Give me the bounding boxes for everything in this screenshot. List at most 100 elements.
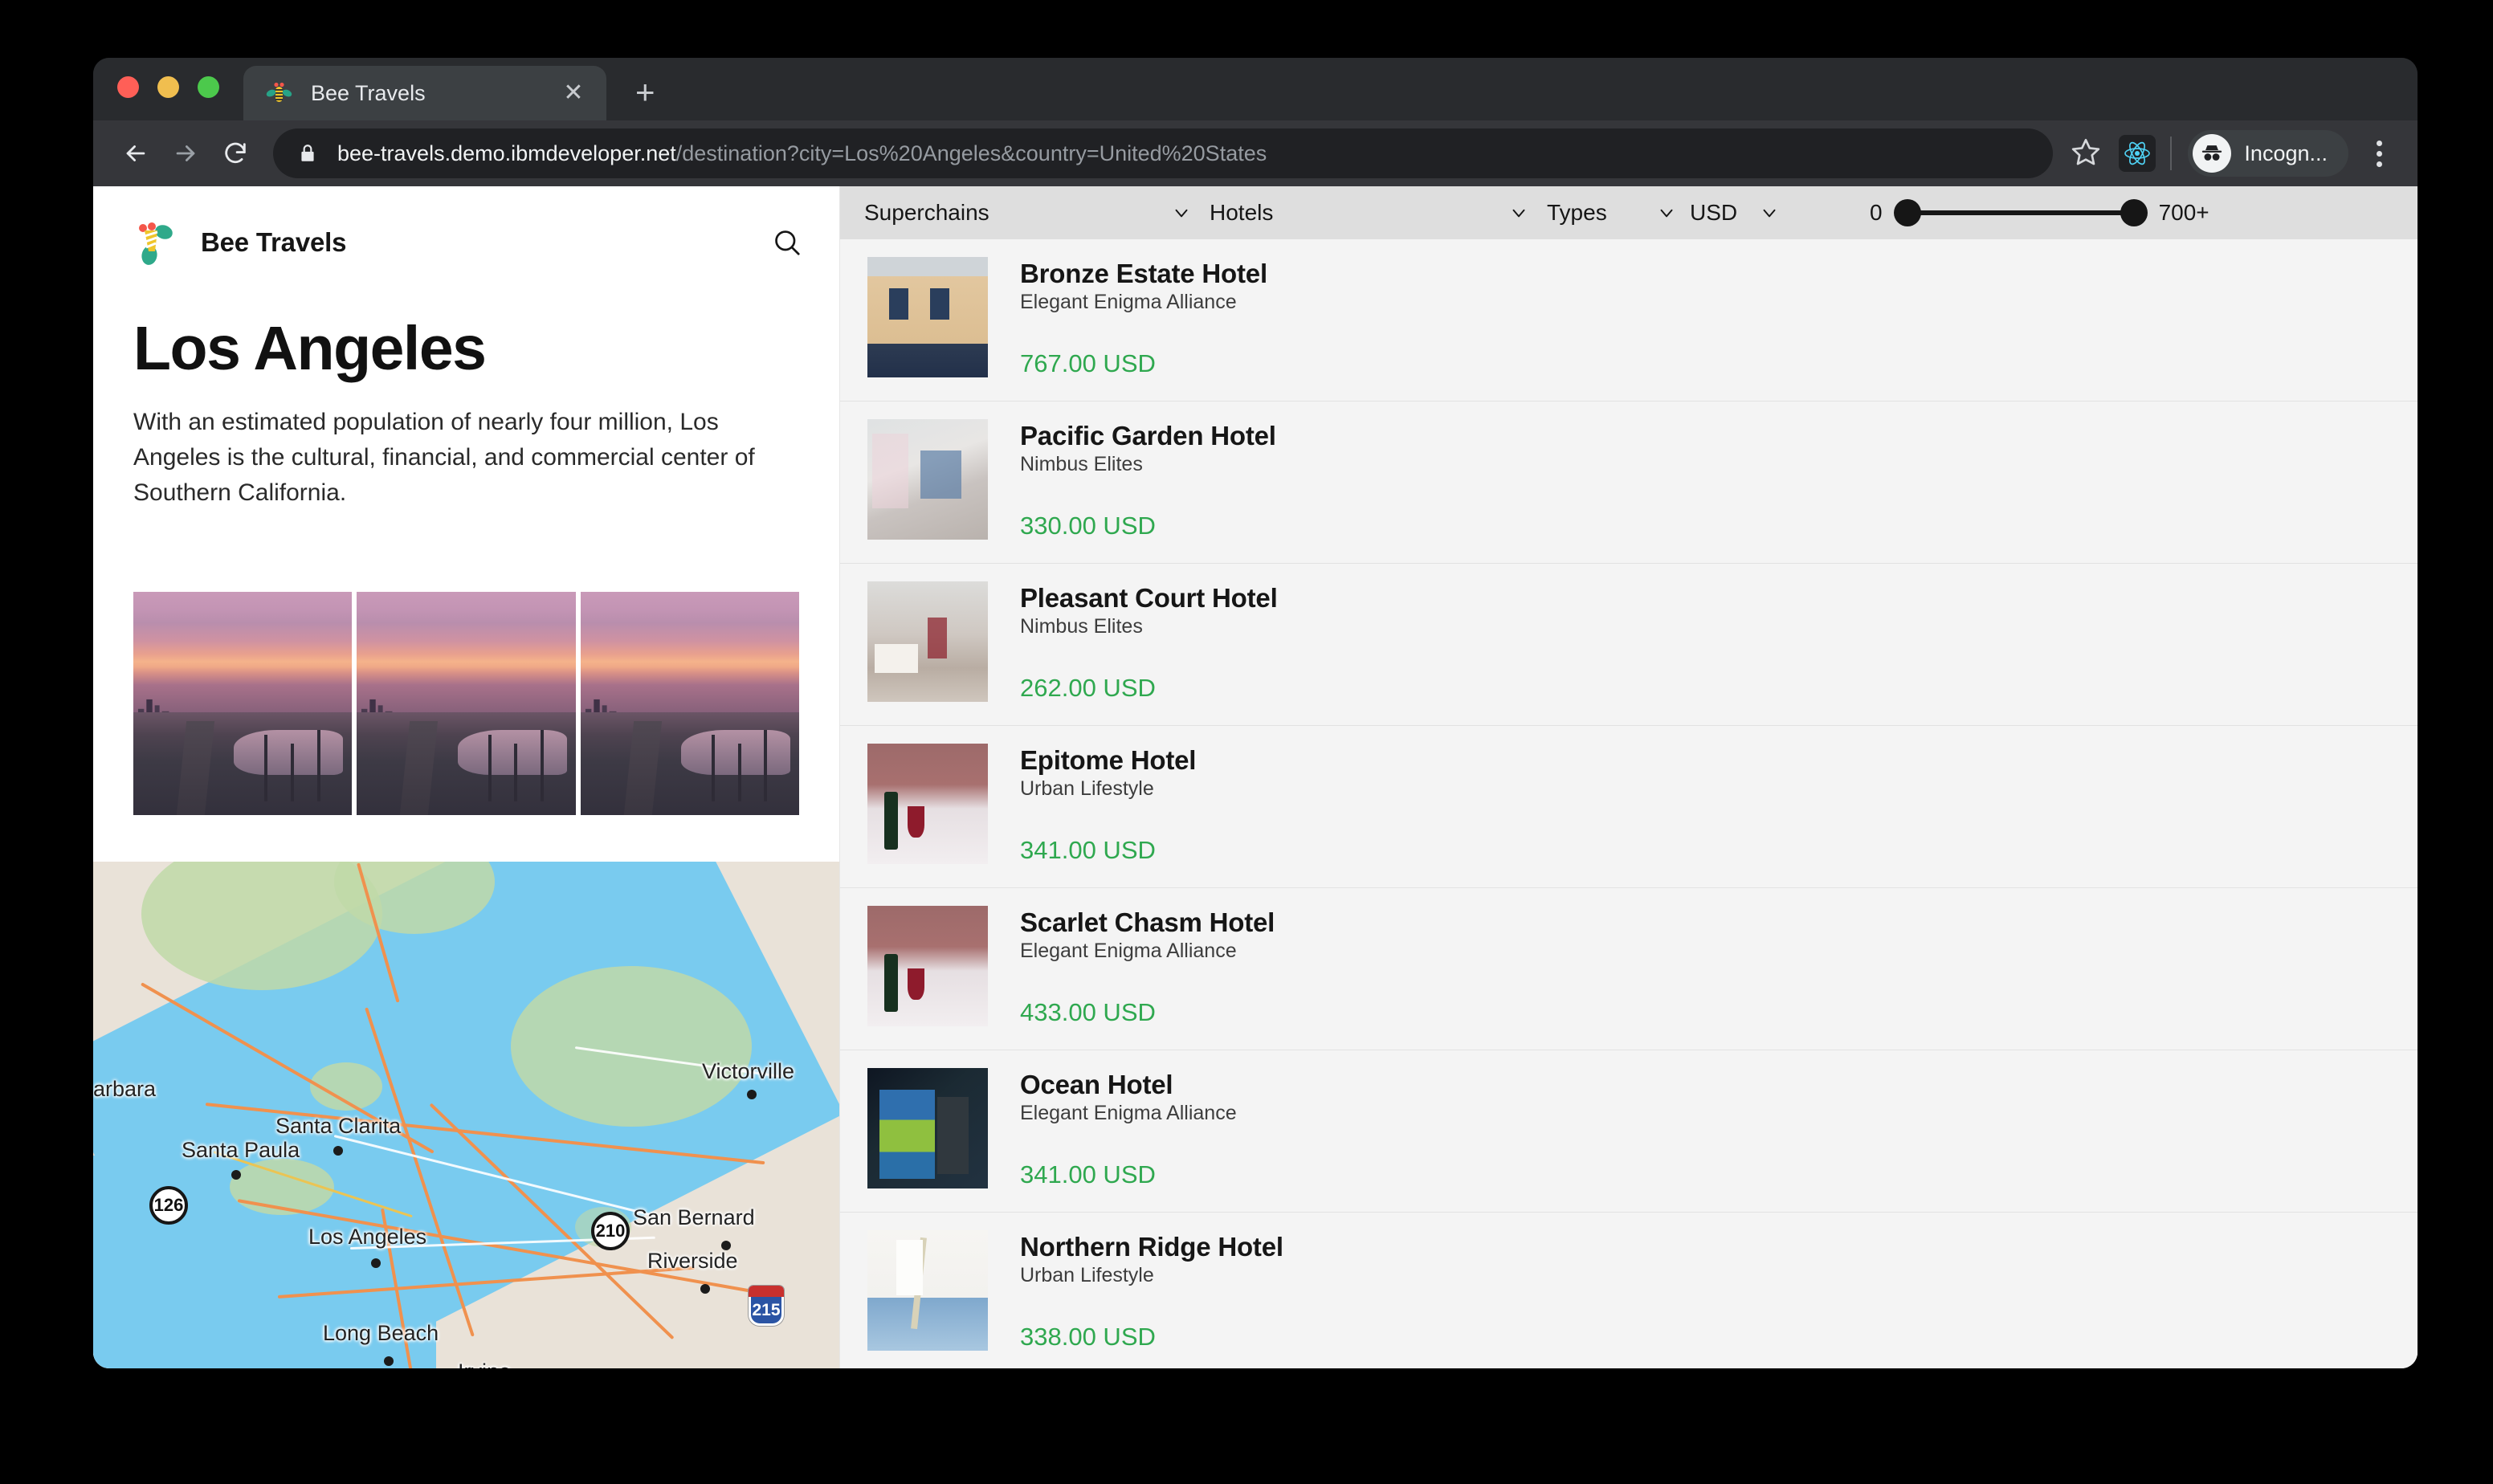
- hotel-chain: Elegant Enigma Alliance: [1020, 291, 2418, 314]
- price-range-max-thumb[interactable]: [2120, 199, 2148, 226]
- photo-palm: [317, 730, 320, 801]
- photo-palm: [541, 730, 544, 801]
- browser-tab[interactable]: Bee Travels ✕: [243, 66, 606, 120]
- site-header: Bee Travels: [93, 206, 839, 279]
- tab-strip: Bee Travels ✕ +: [93, 58, 2418, 120]
- hotel-chain: Urban Lifestyle: [1020, 777, 2418, 801]
- photo-palm: [291, 744, 294, 801]
- hotel-list-item[interactable]: Epitome Hotel Urban Lifestyle 341.00 USD: [840, 726, 2418, 888]
- highway-shield: 210: [591, 1212, 630, 1250]
- filter-types[interactable]: Types: [1547, 186, 1690, 239]
- address-bar[interactable]: bee-travels.demo.ibmdeveloper.net/destin…: [273, 128, 2053, 178]
- filter-superchains-label: Superchains: [864, 200, 1171, 226]
- close-window-button[interactable]: [117, 76, 139, 98]
- filter-hotels[interactable]: Hotels: [1210, 186, 1547, 239]
- city-photo: [357, 592, 575, 815]
- reload-icon[interactable]: [210, 128, 260, 178]
- hotel-chain: Nimbus Elites: [1020, 615, 2418, 638]
- new-tab-button[interactable]: +: [635, 75, 655, 109]
- photo-palm: [712, 735, 715, 801]
- hotel-price: 341.00 USD: [1020, 1160, 2418, 1189]
- map-label: Long Beach: [323, 1321, 439, 1346]
- hotel-info: Epitome Hotel Urban Lifestyle 341.00 USD: [1020, 744, 2418, 865]
- hotel-price: 330.00 USD: [1020, 512, 2418, 540]
- bee-logo[interactable]: [133, 219, 180, 266]
- map-label: Santa Clarita: [275, 1114, 401, 1139]
- hotel-list[interactable]: Bronze Estate Hotel Elegant Enigma Allia…: [840, 239, 2418, 1368]
- hotel-price: 433.00 USD: [1020, 998, 2418, 1027]
- destination-map[interactable]: arbara Victorville Santa Clarita Santa P…: [93, 862, 839, 1368]
- hotel-info: Pacific Garden Hotel Nimbus Elites 330.0…: [1020, 419, 2418, 540]
- bee-icon: [266, 80, 293, 107]
- star-icon[interactable]: [2071, 137, 2101, 171]
- hotel-results-panel: Superchains Hotels Types: [840, 186, 2418, 1368]
- price-range-min-thumb[interactable]: [1894, 199, 1921, 226]
- hotel-price: 338.00 USD: [1020, 1323, 2418, 1352]
- hotel-info: Ocean Hotel Elegant Enigma Alliance 341.…: [1020, 1068, 2418, 1189]
- hotel-price: 341.00 USD: [1020, 836, 2418, 865]
- price-range-track-wrap[interactable]: [1894, 199, 2148, 226]
- incognito-icon: [2193, 134, 2231, 173]
- map-city-dot: [747, 1090, 757, 1099]
- highway-shield: 126: [149, 1186, 188, 1225]
- profile-chip[interactable]: Incogn...: [2188, 130, 2348, 177]
- map-label: arbara: [93, 1077, 156, 1102]
- filter-bar: Superchains Hotels Types: [840, 186, 2418, 239]
- photo-palm: [738, 744, 741, 801]
- map-label: Irvine: [458, 1360, 511, 1368]
- maximize-window-button[interactable]: [198, 76, 219, 98]
- photo-palm: [264, 735, 267, 801]
- hotel-thumbnail: [867, 257, 988, 377]
- search-icon[interactable]: [772, 227, 802, 258]
- filter-types-label: Types: [1547, 200, 1656, 226]
- destination-panel: Bee Travels Los Angeles With an estimate…: [93, 186, 840, 1368]
- city-photo: [581, 592, 799, 815]
- url-host: bee-travels.demo.ibmdeveloper.net: [337, 141, 676, 165]
- city-photo-strip: [133, 592, 799, 815]
- city-block: Los Angeles With an estimated population…: [93, 279, 839, 512]
- react-extension-icon[interactable]: [2119, 135, 2156, 172]
- browser-window: Bee Travels ✕ + bee-travels.demo.ibmdeve…: [93, 58, 2418, 1368]
- map-label: Los Angeles: [308, 1225, 426, 1250]
- hotel-list-item[interactable]: Scarlet Chasm Hotel Elegant Enigma Allia…: [840, 888, 2418, 1050]
- hotel-list-item[interactable]: Northern Ridge Hotel Urban Lifestyle 338…: [840, 1213, 2418, 1368]
- hotel-list-item[interactable]: Bronze Estate Hotel Elegant Enigma Allia…: [840, 239, 2418, 402]
- photo-lake: [234, 730, 343, 775]
- hotel-name: Northern Ridge Hotel: [1020, 1232, 2418, 1262]
- hotel-name: Ocean Hotel: [1020, 1070, 2418, 1100]
- hotel-thumbnail: [867, 1230, 988, 1351]
- hotel-thumbnail: [867, 581, 988, 702]
- chevron-down-icon: [1171, 202, 1192, 223]
- hotel-list-item[interactable]: Pleasant Court Hotel Nimbus Elites 262.0…: [840, 564, 2418, 726]
- close-icon[interactable]: ✕: [560, 81, 587, 105]
- price-range-track: [1905, 210, 2136, 215]
- page-viewport: Bee Travels Los Angeles With an estimate…: [93, 186, 2418, 1368]
- chevron-down-icon: [1656, 202, 1677, 223]
- price-range-slider[interactable]: 0 700+: [1870, 199, 2209, 226]
- hotel-thumbnail: [867, 906, 988, 1026]
- price-range-min-label: 0: [1870, 200, 1883, 226]
- hotel-name: Bronze Estate Hotel: [1020, 259, 2418, 289]
- city-photo: [133, 592, 352, 815]
- photo-palm: [764, 730, 767, 801]
- hotel-thumbnail: [867, 419, 988, 540]
- map-label: Victorville: [702, 1059, 794, 1084]
- map-city-dot: [700, 1284, 710, 1294]
- kebab-menu-icon[interactable]: [2361, 141, 2397, 167]
- hotel-info: Northern Ridge Hotel Urban Lifestyle 338…: [1020, 1230, 2418, 1352]
- map-label: San Bernard: [633, 1205, 755, 1230]
- hotel-chain: Elegant Enigma Alliance: [1020, 1102, 2418, 1125]
- filter-currency[interactable]: USD: [1690, 186, 1793, 239]
- toolbar-divider: [2170, 137, 2172, 170]
- map-city-dot: [231, 1170, 241, 1180]
- hotel-info: Scarlet Chasm Hotel Elegant Enigma Allia…: [1020, 906, 2418, 1027]
- hotel-name: Pacific Garden Hotel: [1020, 421, 2418, 451]
- back-arrow-icon[interactable]: [111, 128, 161, 178]
- minimize-window-button[interactable]: [157, 76, 179, 98]
- map-city-dot: [371, 1258, 381, 1268]
- forward-arrow-icon[interactable]: [161, 128, 210, 178]
- filter-superchains[interactable]: Superchains: [864, 186, 1210, 239]
- highway-shield: 215: [749, 1286, 784, 1326]
- hotel-list-item[interactable]: Ocean Hotel Elegant Enigma Alliance 341.…: [840, 1050, 2418, 1213]
- hotel-list-item[interactable]: Pacific Garden Hotel Nimbus Elites 330.0…: [840, 402, 2418, 564]
